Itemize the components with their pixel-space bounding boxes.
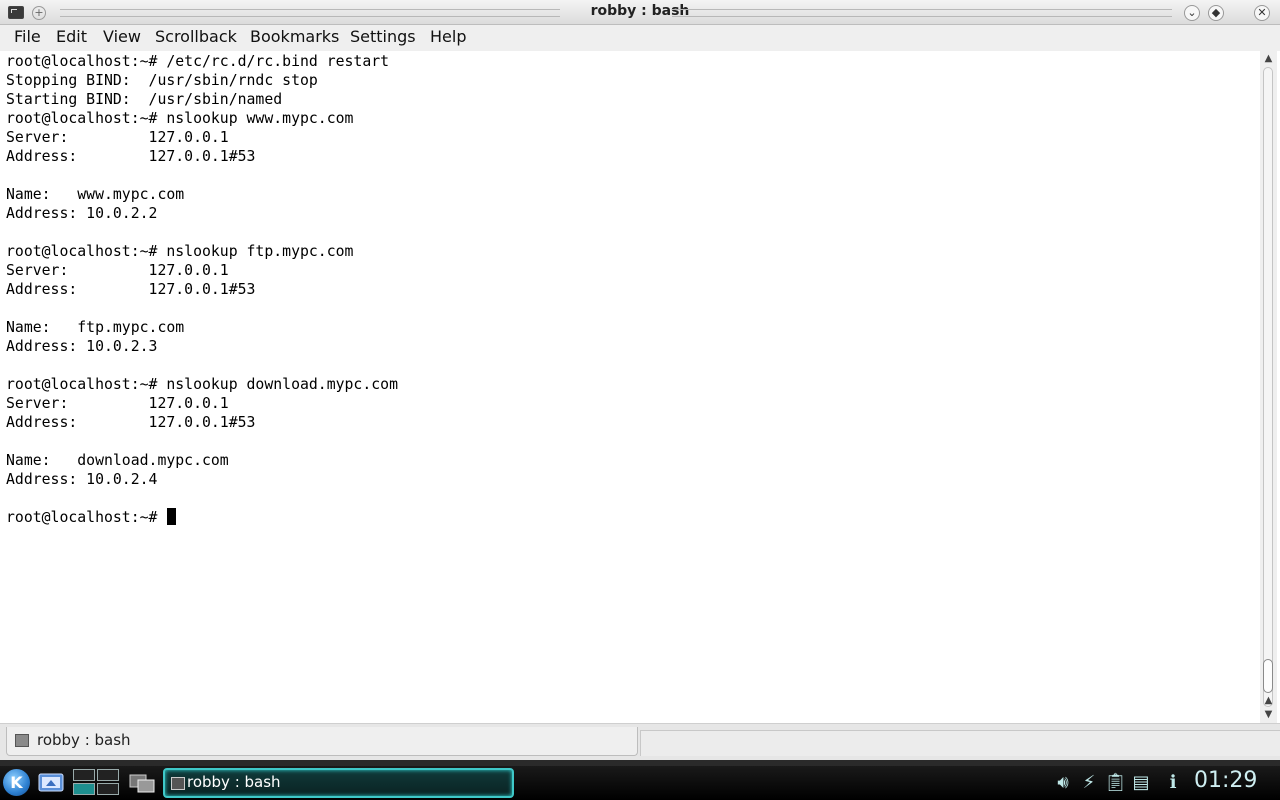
pager-desktop-2[interactable] [97, 769, 119, 781]
terminal-icon [15, 734, 29, 747]
tab-bar-empty-area[interactable] [640, 730, 1280, 756]
pager-desktop-3[interactable] [73, 783, 95, 795]
terminal-text: root@localhost:~# /etc/rc.d/rc.bind rest… [6, 52, 398, 527]
menu-bar: File Edit View Scrollback Bookmarks Sett… [0, 25, 1280, 51]
volume-icon[interactable]: 🔊︎ [1052, 770, 1074, 796]
show-desktop-icon[interactable] [128, 771, 158, 795]
tab-robby-bash[interactable]: robby : bash [6, 727, 638, 756]
desktop-pager[interactable] [73, 769, 121, 797]
menu-file[interactable]: File [12, 27, 43, 46]
close-button[interactable]: ✕ [1254, 5, 1270, 21]
terminal-line: root@localhost:~# /etc/rc.d/rc.bind rest… [6, 53, 390, 70]
maximize-button[interactable]: ◆ [1208, 5, 1224, 21]
menu-view[interactable]: View [101, 27, 143, 46]
terminal-line: Address: 127.0.0.1#53 [6, 148, 256, 165]
menu-scrollback[interactable]: Scrollback [153, 27, 239, 46]
terminal-line: Address: 10.0.2.2 [6, 205, 158, 222]
terminal-line: Name: www.mypc.com [6, 186, 185, 203]
pager-desktop-1[interactable] [73, 769, 95, 781]
menu-edit[interactable]: Edit [54, 27, 89, 46]
tab-bar: robby : bash [0, 723, 1280, 760]
terminal-line: Name: ftp.mypc.com [6, 319, 185, 336]
terminal-line: Address: 127.0.0.1#53 [6, 414, 256, 431]
titlebar-grip-right [672, 9, 1172, 17]
scroll-down-icon[interactable]: ▼ [1262, 708, 1275, 722]
taskbar-task-robby-bash[interactable]: robby : bash [163, 768, 514, 798]
menu-help[interactable]: Help [428, 27, 468, 46]
scrollbar-track[interactable] [1263, 67, 1273, 707]
file-manager-icon[interactable] [38, 772, 64, 794]
kde-menu-button[interactable]: K [3, 769, 30, 796]
terminal-prompt: root@localhost:~# [6, 509, 167, 526]
menu-bookmarks[interactable]: Bookmarks [248, 27, 341, 46]
terminal-scrollbar[interactable]: ▲ ▲ ▼ [1260, 51, 1277, 723]
task-label: robby : bash [187, 773, 281, 791]
text-cursor [167, 508, 177, 525]
network-icon[interactable]: ▤ [1130, 770, 1152, 796]
terminal-line: Stopping BIND: /usr/sbin/rndc stop [6, 72, 318, 89]
terminal-line: Server: 127.0.0.1 [6, 129, 229, 146]
terminal-line: Starting BIND: /usr/sbin/named [6, 91, 283, 108]
pager-desktop-4[interactable] [97, 783, 119, 795]
terminal-line: Address: 10.0.2.3 [6, 338, 158, 355]
notifications-icon[interactable]: ℹ︎ [1162, 770, 1184, 796]
terminal-line: Server: 127.0.0.1 [6, 395, 229, 412]
terminal-line: Address: 10.0.2.4 [6, 471, 158, 488]
clipboard-icon[interactable]: 📋︎ [1104, 770, 1127, 796]
minimize-button[interactable]: ⌄ [1184, 5, 1200, 21]
terminal-line: root@localhost:~# nslookup ftp.mypc.com [6, 243, 354, 260]
clock[interactable]: 01:29 [1194, 768, 1257, 793]
window-titlebar[interactable]: + robby : bash ⌄ ◆ ✕ [0, 0, 1280, 25]
scroll-up-icon[interactable]: ▲ [1262, 694, 1275, 708]
terminal-line: root@localhost:~# nslookup download.mypc… [6, 376, 398, 393]
terminal-line: Server: 127.0.0.1 [6, 262, 229, 279]
menu-settings[interactable]: Settings [348, 27, 418, 46]
terminal-line: root@localhost:~# nslookup www.mypc.com [6, 110, 354, 127]
terminal-line: Name: download.mypc.com [6, 452, 229, 469]
scroll-up-icon[interactable]: ▲ [1262, 52, 1275, 66]
terminal-icon [171, 777, 185, 790]
terminal-line: Address: 127.0.0.1#53 [6, 281, 256, 298]
terminal-output[interactable]: root@localhost:~# /etc/rc.d/rc.bind rest… [3, 51, 1260, 723]
desktop-panel: K robby : bash 🔊︎ ⚡︎ 📋︎ ▤ ℹ︎ 01:29 [0, 766, 1280, 800]
scrollbar-thumb[interactable] [1263, 659, 1273, 693]
battery-icon[interactable]: ⚡︎ [1078, 770, 1100, 796]
tab-label: robby : bash [37, 731, 131, 749]
